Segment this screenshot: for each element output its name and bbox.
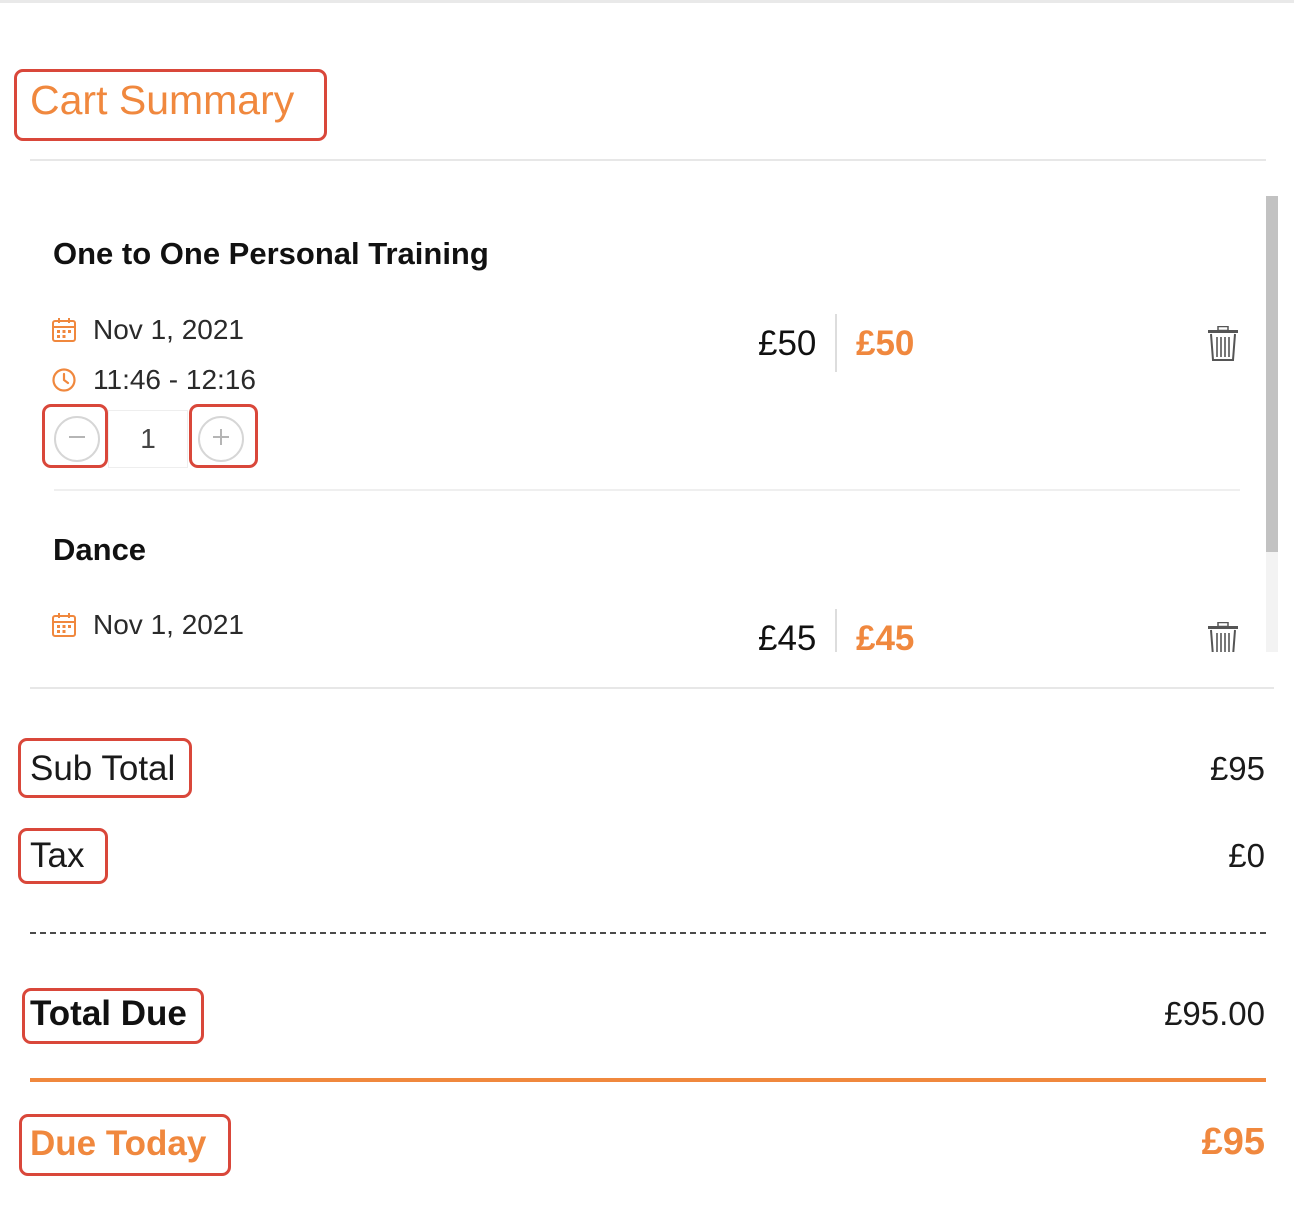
- subtotal-highlight-box: [18, 738, 192, 798]
- clock-icon: [51, 367, 77, 393]
- total-due-highlight-box: [22, 988, 204, 1044]
- total-due-value: £95.00: [1164, 995, 1265, 1032]
- summary-dashed-divider: [30, 932, 1266, 934]
- header-divider: [30, 159, 1266, 161]
- cart-summary-panel: Cart Summary One to One Personal Trainin…: [0, 0, 1294, 1216]
- item-date: Nov 1, 2021: [93, 314, 244, 345]
- item-price: £50: [758, 324, 817, 363]
- item-time-row: 11:46 - 12:16: [51, 364, 256, 396]
- calendar-icon: [51, 612, 77, 638]
- item-date-row: Nov 1, 2021: [51, 609, 244, 641]
- tax-highlight-box: [18, 828, 108, 884]
- items-scrollbar-thumb[interactable]: [1266, 196, 1278, 552]
- tax-value: £0: [1228, 837, 1265, 874]
- item-price: £45: [758, 619, 817, 652]
- title-highlight-box: [14, 69, 327, 141]
- trash-icon[interactable]: [1206, 325, 1240, 362]
- item-name: One to One Personal Training: [53, 236, 489, 271]
- subtotal-value: £95: [1209, 750, 1265, 787]
- quantity-value: 1: [140, 423, 156, 454]
- price-separator: [835, 609, 837, 652]
- item-date: Nov 1, 2021: [93, 609, 244, 640]
- item-discounted-price: £45: [856, 619, 915, 652]
- item-discounted-price: £50: [856, 324, 915, 363]
- trash-icon[interactable]: [1206, 621, 1240, 652]
- increase-button-highlight-box: [189, 404, 258, 468]
- due-today-divider: [30, 1078, 1266, 1082]
- item-divider: [54, 489, 1240, 491]
- decrease-button-highlight-box: [42, 404, 108, 468]
- item-date-row: Nov 1, 2021: [51, 314, 244, 346]
- calendar-icon: [51, 317, 77, 343]
- quantity-input[interactable]: 1: [108, 410, 188, 468]
- due-today-value: £95: [1201, 1121, 1265, 1163]
- due-today-highlight-box: [19, 1114, 231, 1176]
- price-separator: [835, 314, 837, 372]
- items-bottom-divider: [30, 687, 1274, 689]
- item-name: Dance: [53, 532, 147, 567]
- top-border: [0, 0, 1294, 3]
- item-time: 11:46 - 12:16: [93, 364, 256, 395]
